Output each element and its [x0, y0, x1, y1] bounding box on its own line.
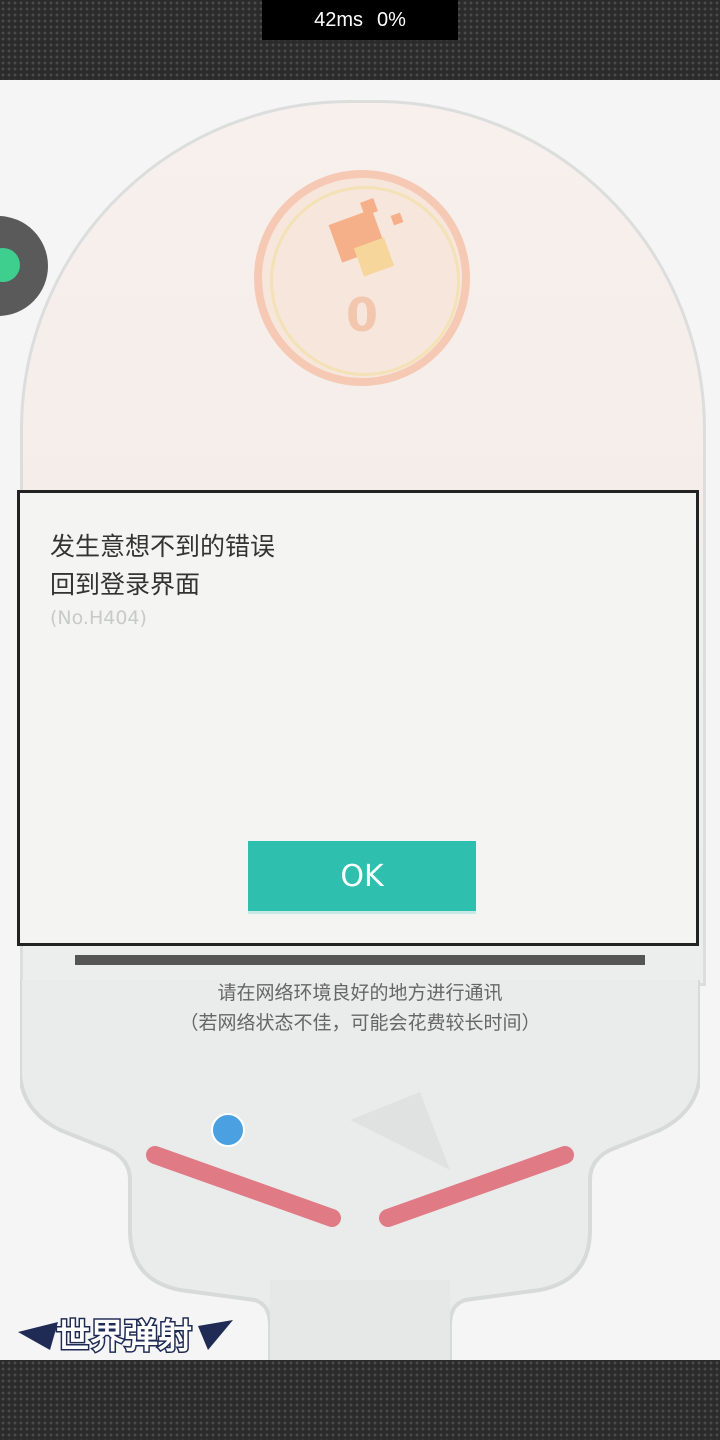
return-message: 回到登录界面: [50, 570, 201, 599]
game-logo: 世界弹射 物语: [18, 1316, 233, 1360]
bottom-band: [0, 1360, 720, 1440]
error-dialog: 发生意想不到的错误 回到登录界面 (No.H404) OK: [17, 490, 699, 946]
network-hint-line2: （若网络状态不佳，可能会花费较长时间）: [179, 1012, 541, 1034]
network-hint-line1: 请在网络环境良好的地方进行通讯: [217, 982, 503, 1004]
score-value: 0: [345, 288, 378, 342]
performance-overlay: 42ms 0%: [262, 0, 458, 40]
error-code: (No.H404): [50, 607, 147, 629]
floating-assist-button[interactable]: [0, 216, 48, 316]
score-ring: 0: [254, 170, 470, 386]
percent-text: 0%: [377, 8, 406, 31]
error-message: 发生意想不到的错误: [50, 532, 276, 561]
logo-title: 世界弹射: [56, 1317, 192, 1357]
green-dot-icon: [0, 248, 20, 282]
loading-bar: [75, 955, 645, 965]
ok-button[interactable]: OK: [248, 841, 476, 911]
pinball-ball: [211, 1113, 245, 1147]
latency-text: 42ms: [314, 8, 363, 31]
